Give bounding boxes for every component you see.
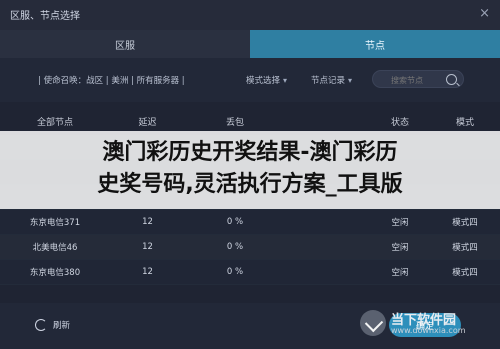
cell-latency: 12 (142, 267, 153, 277)
cell-mode: 模式四 (452, 218, 478, 228)
table-row[interactable]: 东京电信371 12 0 % 空闲 模式四 (0, 210, 500, 235)
download-arrow-icon (360, 310, 386, 336)
overlay-line-2: 史奖号码,灵活执行方案_工具版 (97, 172, 403, 197)
site-logo: 当下软件园 www.downxia.com (360, 306, 490, 342)
cell-mode: 模式四 (452, 243, 478, 253)
col-header-loss[interactable]: 丢包 (185, 115, 285, 128)
overlay-line-1: 澳门彩历史开奖结果-澳门彩历 (102, 140, 398, 165)
refresh-icon (35, 319, 47, 331)
col-header-latency[interactable]: 延迟 (110, 115, 185, 128)
node-record-dropdown[interactable]: 节点记录 ▾ (311, 74, 352, 86)
cell-latency: 12 (142, 217, 153, 227)
window-title: 区服、节点选择 (10, 11, 80, 22)
cell-node: 北美电信46 (32, 243, 78, 253)
chevron-down-icon: ▾ (348, 76, 353, 85)
cell-mode: 模式四 (452, 268, 478, 278)
logo-subtitle: www.downxia.com (391, 326, 466, 335)
breadcrumb: | 使命召唤：战区 | 美洲 | 所有服务器 | (38, 76, 185, 86)
node-record-label: 节点记录 (311, 76, 346, 86)
tab-bar: 区服 节点 (0, 30, 500, 58)
cell-loss: 0 % (226, 242, 244, 252)
col-header-status[interactable]: 状态 (370, 115, 430, 128)
cell-loss: 0 % (226, 267, 244, 277)
refresh-label: 刷新 (53, 321, 71, 331)
cell-status: 空闲 (391, 243, 409, 253)
cell-node: 东京电信380 (29, 268, 81, 278)
filter-bar: | 使命召唤：战区 | 美洲 | 所有服务器 | 模式选择 ▾ 节点记录 ▾ (0, 58, 500, 102)
chevron-down-icon: ▾ (283, 76, 288, 85)
search-box[interactable] (372, 70, 464, 88)
tab-server[interactable]: 区服 (0, 30, 250, 58)
title-bar: 区服、节点选择 × (0, 0, 500, 30)
mode-select-dropdown[interactable]: 模式选择 ▾ (246, 74, 287, 86)
cell-node: 东京电信371 (29, 218, 81, 228)
search-icon[interactable] (446, 74, 457, 85)
col-header-node[interactable]: 全部节点 (0, 115, 110, 128)
close-icon[interactable]: × (479, 6, 490, 21)
refresh-button[interactable]: 刷新 (35, 319, 70, 331)
table-row[interactable]: 北美电信46 12 0 % 空闲 模式四 (0, 235, 500, 260)
table-row[interactable]: 东京电信380 12 0 % 空闲 模式四 (0, 260, 500, 285)
cell-status: 空闲 (391, 268, 409, 278)
col-header-mode[interactable]: 模式 (430, 115, 500, 128)
mode-select-label: 模式选择 (246, 76, 281, 86)
search-input[interactable] (389, 72, 453, 88)
cell-latency: 12 (142, 242, 153, 252)
tab-node[interactable]: 节点 (250, 30, 500, 58)
cell-loss: 0 % (226, 217, 244, 227)
cell-status: 空闲 (391, 218, 409, 228)
overlay-title: 澳门彩历史开奖结果-澳门彩历 史奖号码,灵活执行方案_工具版 (0, 131, 500, 209)
